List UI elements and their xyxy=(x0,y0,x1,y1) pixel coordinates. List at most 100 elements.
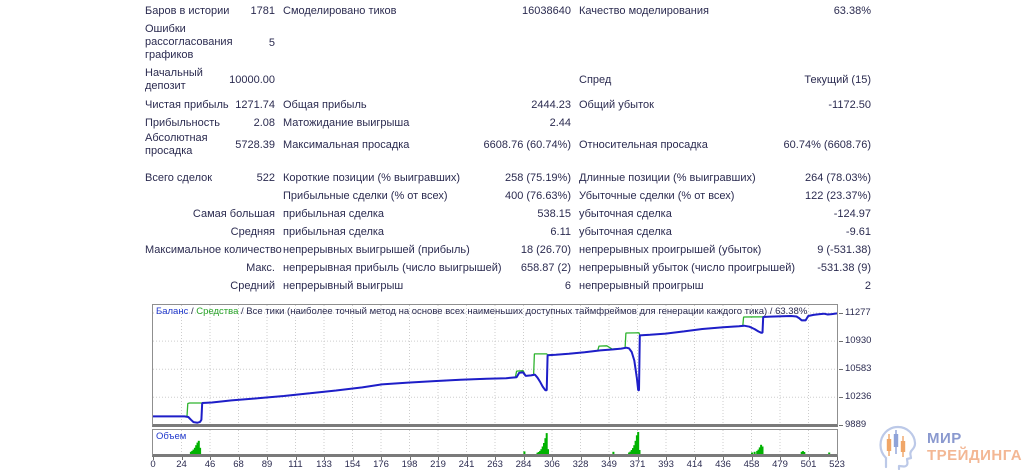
volume-bar xyxy=(638,450,641,454)
report-row: Средний непрерывный выигрыш 6 непрерывный п… xyxy=(145,277,872,295)
x-axis-label: 0 xyxy=(150,459,156,470)
x-axis-label: 24 xyxy=(176,459,187,470)
stat-label: непрерывных выигрышей (прибыль) xyxy=(283,244,470,256)
stat-label: прибыльная сделка xyxy=(283,208,385,220)
stat-label: Макс. xyxy=(246,262,275,274)
stat-label: Общая прибыль xyxy=(283,99,367,111)
stat-label: Убыточные сделки (% от всех) xyxy=(579,190,735,202)
stat-label: Короткие позиции (% выигравших) xyxy=(283,172,461,184)
y-axis-label: 11277 xyxy=(845,307,871,318)
volume-bar xyxy=(523,451,526,454)
x-axis-label: 393 xyxy=(658,459,674,470)
x-axis-label: 458 xyxy=(743,459,760,470)
stat-value: 522 xyxy=(256,172,275,184)
legend-balance-label: Баланс xyxy=(156,306,189,317)
stat-value: 18 (26.70) xyxy=(520,244,571,256)
balance-chart xyxy=(153,305,838,424)
report-row: Самая большая прибыльная сделка 538.15 убыт… xyxy=(145,205,872,223)
x-axis-label: 154 xyxy=(344,459,361,470)
x-axis-label: 263 xyxy=(487,459,503,470)
y-axis-tick xyxy=(839,424,843,426)
volume-bar xyxy=(753,451,756,454)
stat-value: 264 (78.03%) xyxy=(804,172,871,184)
x-axis-label: 219 xyxy=(430,459,446,470)
stat-value: 538.15 xyxy=(537,208,571,220)
stat-label: Чистая прибыль xyxy=(145,98,229,111)
x-axis-label: 371 xyxy=(629,459,646,470)
stat-label: Длинные позиции (% выигравших) xyxy=(579,172,756,184)
stat-value: 122 (23.37%) xyxy=(804,190,871,202)
stat-label: Матожидание выигрыша xyxy=(283,117,410,129)
balance-chart-pane[interactable]: Баланс / Средства / Все тики (наиболее т… xyxy=(152,304,838,427)
report-row: Всего сделок 522 Короткие позиции (% выигр… xyxy=(145,169,872,187)
x-axis-label: 501 xyxy=(800,459,817,470)
volume-axis-label: Объем xyxy=(156,431,187,442)
legend-mode-text: Все тики (наиболее точный метод на основ… xyxy=(246,306,808,317)
y-axis-label: 10583 xyxy=(845,363,872,375)
stat-label: Начальный депозит xyxy=(145,67,203,92)
x-axis-label: 479 xyxy=(772,459,788,470)
volume-bar xyxy=(199,447,202,454)
stat-value: 658.87 (2) xyxy=(520,262,571,274)
stat-value: 2444.23 xyxy=(531,99,571,111)
x-axis-label: 523 xyxy=(829,459,845,470)
x-axis-label: 133 xyxy=(316,459,332,470)
x-axis-label: 436 xyxy=(715,459,731,470)
x-axis-label: 176 xyxy=(373,459,389,470)
stat-value: 5728.39 xyxy=(235,139,275,151)
stat-value: 6 xyxy=(564,280,571,292)
stat-value: -1172.50 xyxy=(828,99,871,111)
tester-report-table: Баров в истории 1781 Смоделировано тиков 16… xyxy=(145,2,872,295)
stat-value: 6608.76 (60.74%) xyxy=(483,139,571,151)
stat-value: 258 (75.19%) xyxy=(504,172,571,184)
equity-line xyxy=(153,312,838,418)
report-row: Средняя прибыльная сделка 6.11 убыточная сд… xyxy=(145,223,872,241)
volume-bar xyxy=(751,452,753,454)
volume-pane: Объем xyxy=(152,429,838,457)
stat-label: Всего сделок xyxy=(145,171,213,184)
report-row: Начальный депозит 10000.00 Спред Текущий (1… xyxy=(145,67,872,93)
stat-value: 1271.74 xyxy=(235,99,275,111)
stat-value: 10000.00 xyxy=(229,74,275,86)
watermark-line2: ТРЕЙДИНГА xyxy=(927,447,1023,464)
stat-label: Средняя xyxy=(230,226,275,238)
volume-bar xyxy=(761,446,764,454)
stat-label: убыточная сделка xyxy=(579,226,672,238)
volume-bar xyxy=(612,451,615,454)
x-axis-label: 241 xyxy=(458,459,475,470)
stat-label: убыточная сделка xyxy=(579,208,672,220)
mir-trading-logo-icon xyxy=(879,425,917,470)
chart-legend: Баланс / Средства / Все тики (наиболее т… xyxy=(156,306,807,317)
stat-label: Прибыльные сделки (% от всех) xyxy=(283,190,448,202)
stat-label: Ошибки рассогласования графиков xyxy=(145,23,233,61)
y-axis-tick xyxy=(839,368,843,370)
volume-bar xyxy=(828,452,831,454)
report-row: Прибыльность 2.08 Матожидание выигрыша 2.44 xyxy=(145,114,872,132)
report-row: Макс. непрерывная прибыль (число выигрыше… xyxy=(145,259,872,277)
watermark: МИР ТРЕЙДИНГА xyxy=(876,424,1022,470)
report-row: Баров в истории 1781 Смоделировано тиков 16… xyxy=(145,2,872,20)
stat-label: непрерывный выигрыш xyxy=(283,280,404,292)
stat-label: непрерывная прибыль (число выигрышей) xyxy=(283,262,502,274)
stat-label: Абсолютная просадка xyxy=(145,132,208,157)
report-row: Абсолютная просадка 5728.39 Максимальная п… xyxy=(145,132,872,158)
y-axis-tick xyxy=(839,312,843,314)
x-axis-label: 68 xyxy=(233,459,244,470)
stat-label: Смоделировано тиков xyxy=(283,5,397,17)
stat-value: 5 xyxy=(268,36,275,49)
x-axis-label: 328 xyxy=(572,459,589,470)
stat-value: 16038640 xyxy=(522,5,571,17)
volume-chart xyxy=(181,430,831,454)
volume-bar xyxy=(803,452,806,454)
x-axis-label: 46 xyxy=(204,459,216,470)
x-axis-label: 89 xyxy=(261,459,273,470)
report-row: Чистая прибыль 1271.74 Общая прибыль 2444.2… xyxy=(145,96,872,114)
stat-value: 400 (76.63%) xyxy=(504,190,571,202)
stat-label: непрерывный убыток (число проигрышей) xyxy=(579,262,796,274)
stat-label: Спред xyxy=(579,74,612,86)
stat-value: 6.11 xyxy=(550,226,571,238)
stat-value: 2 xyxy=(864,280,871,292)
volume-bar xyxy=(547,449,549,454)
stat-value: -531.38 (9) xyxy=(817,262,871,274)
stat-value: 2.44 xyxy=(549,117,571,129)
